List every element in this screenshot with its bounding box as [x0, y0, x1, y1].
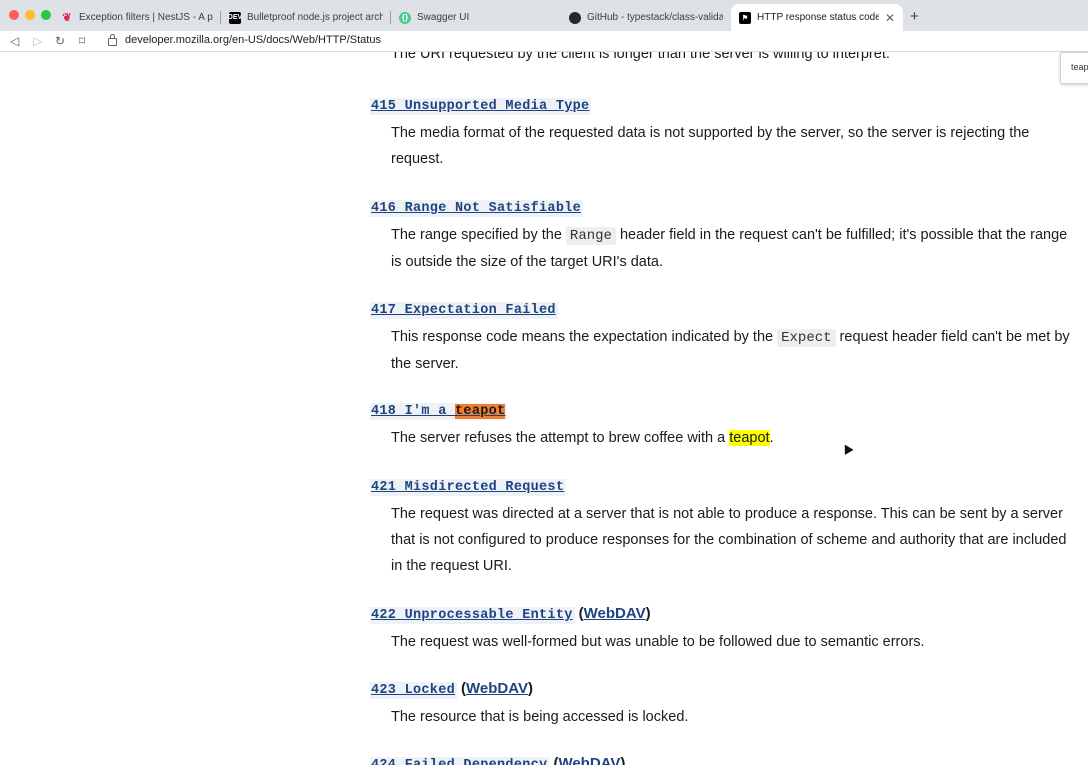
tab-strip: ❦ Exception filters | NestJS - A progre … [0, 0, 1088, 31]
close-window-button[interactable] [9, 10, 19, 20]
status-entry-418: 418 I'm a teapot The server refuses the … [370, 401, 1070, 451]
status-entry-423: 423 Locked (WebDAV) The resource that is … [370, 680, 1070, 730]
lock-icon [108, 34, 117, 46]
tab-label: Bulletproof node.js project architect [247, 12, 383, 23]
forward-icon[interactable]: ▷ [33, 33, 42, 49]
status-description: The request was directed at a server tha… [391, 506, 1067, 574]
status-entry-416: 416 Range Not Satisfiable The range spec… [370, 198, 1070, 275]
status-description: This response code means the expectation… [391, 329, 1070, 372]
header-code-expect: Expect [777, 329, 836, 347]
webdav-link[interactable]: WebDAV [584, 605, 646, 622]
status-code-link[interactable]: 423 Locked [370, 682, 458, 699]
tab-label: HTTP response status codes - H [757, 12, 879, 23]
mdn-icon: ⚑ [739, 11, 751, 24]
github-icon [569, 11, 581, 24]
find-in-page-box[interactable]: teap [1060, 52, 1088, 84]
status-description: The resource that is being accessed is l… [391, 709, 689, 725]
webdav-link[interactable]: WebDAV [466, 680, 528, 697]
tab-github[interactable]: GitHub - typestack/class-validator: [561, 4, 731, 31]
new-tab-button[interactable]: + [910, 8, 919, 25]
tab-mdn-status[interactable]: ⚑ HTTP response status codes - H ✕ [731, 4, 903, 31]
find-query-text: teap [1071, 62, 1088, 72]
status-description: The media format of the requested data i… [391, 125, 1030, 167]
status-entry-415: 415 Unsupported Media Type The media for… [370, 96, 1070, 172]
status-code-link[interactable]: 422 Unprocessable Entity [370, 607, 575, 624]
status-entry-417: 417 Expectation Failed This response cod… [370, 300, 1070, 377]
nestjs-icon: ❦ [62, 12, 72, 24]
tab-swagger[interactable]: {} Swagger UI [391, 4, 561, 31]
tab-label: GitHub - typestack/class-validator: [587, 12, 723, 23]
find-highlight: teapot [729, 430, 770, 446]
tab-bulletproof[interactable]: DEV Bulletproof node.js project architec… [221, 4, 391, 31]
status-entry-421: 421 Misdirected Request The request was … [370, 477, 1070, 579]
page-content: The URI requested by the client is longe… [0, 52, 1088, 765]
browser-toolbar: ◁ ▷ ↻ ⌑ developer.mozilla.org/en-US/docs… [0, 31, 1088, 52]
address-bar[interactable]: developer.mozilla.org/en-US/docs/Web/HTT… [108, 34, 381, 46]
webdav-link[interactable]: WebDAV [558, 755, 620, 765]
status-description: The request was well-formed but was unab… [391, 634, 925, 650]
tab-label: Swagger UI [417, 12, 470, 23]
status-code-link[interactable]: 415 Unsupported Media Type [370, 98, 592, 115]
tab-label: Exception filters | NestJS - A progre [79, 12, 213, 23]
swagger-icon: {} [399, 11, 411, 24]
status-code-link[interactable]: 418 I'm a teapot [370, 403, 508, 420]
status-code-link[interactable]: 424 Failed Dependency [370, 757, 550, 765]
tab-nestjs[interactable]: ❦ Exception filters | NestJS - A progre [53, 4, 221, 31]
maximize-window-button[interactable] [41, 10, 51, 20]
dev-icon: DEV [228, 11, 242, 24]
header-code-range: Range [565, 227, 616, 245]
status-description: The range specified by the Range header … [391, 227, 1068, 270]
bookmark-icon[interactable]: ⌑ [79, 33, 85, 49]
partial-description: The URI requested by the client is longe… [391, 52, 890, 62]
status-code-link[interactable]: 421 Misdirected Request [370, 479, 567, 496]
close-tab-icon[interactable]: ✕ [879, 11, 895, 25]
status-entry-424: 424 Failed Dependency(WebDAV) [370, 755, 1070, 765]
status-code-link[interactable]: 417 Expectation Failed [370, 302, 558, 319]
status-description: The server refuses the attempt to brew c… [391, 430, 774, 446]
url-text: developer.mozilla.org/en-US/docs/Web/HTT… [125, 34, 381, 46]
find-highlight-active: teapot [455, 404, 506, 419]
status-entry-422: 422 Unprocessable Entity (WebDAV) The req… [370, 605, 1070, 655]
status-code-link[interactable]: 416 Range Not Satisfiable [370, 200, 584, 217]
reload-icon[interactable]: ↻ [55, 33, 65, 49]
minimize-window-button[interactable] [25, 10, 35, 20]
back-icon[interactable]: ◁ [10, 33, 19, 49]
